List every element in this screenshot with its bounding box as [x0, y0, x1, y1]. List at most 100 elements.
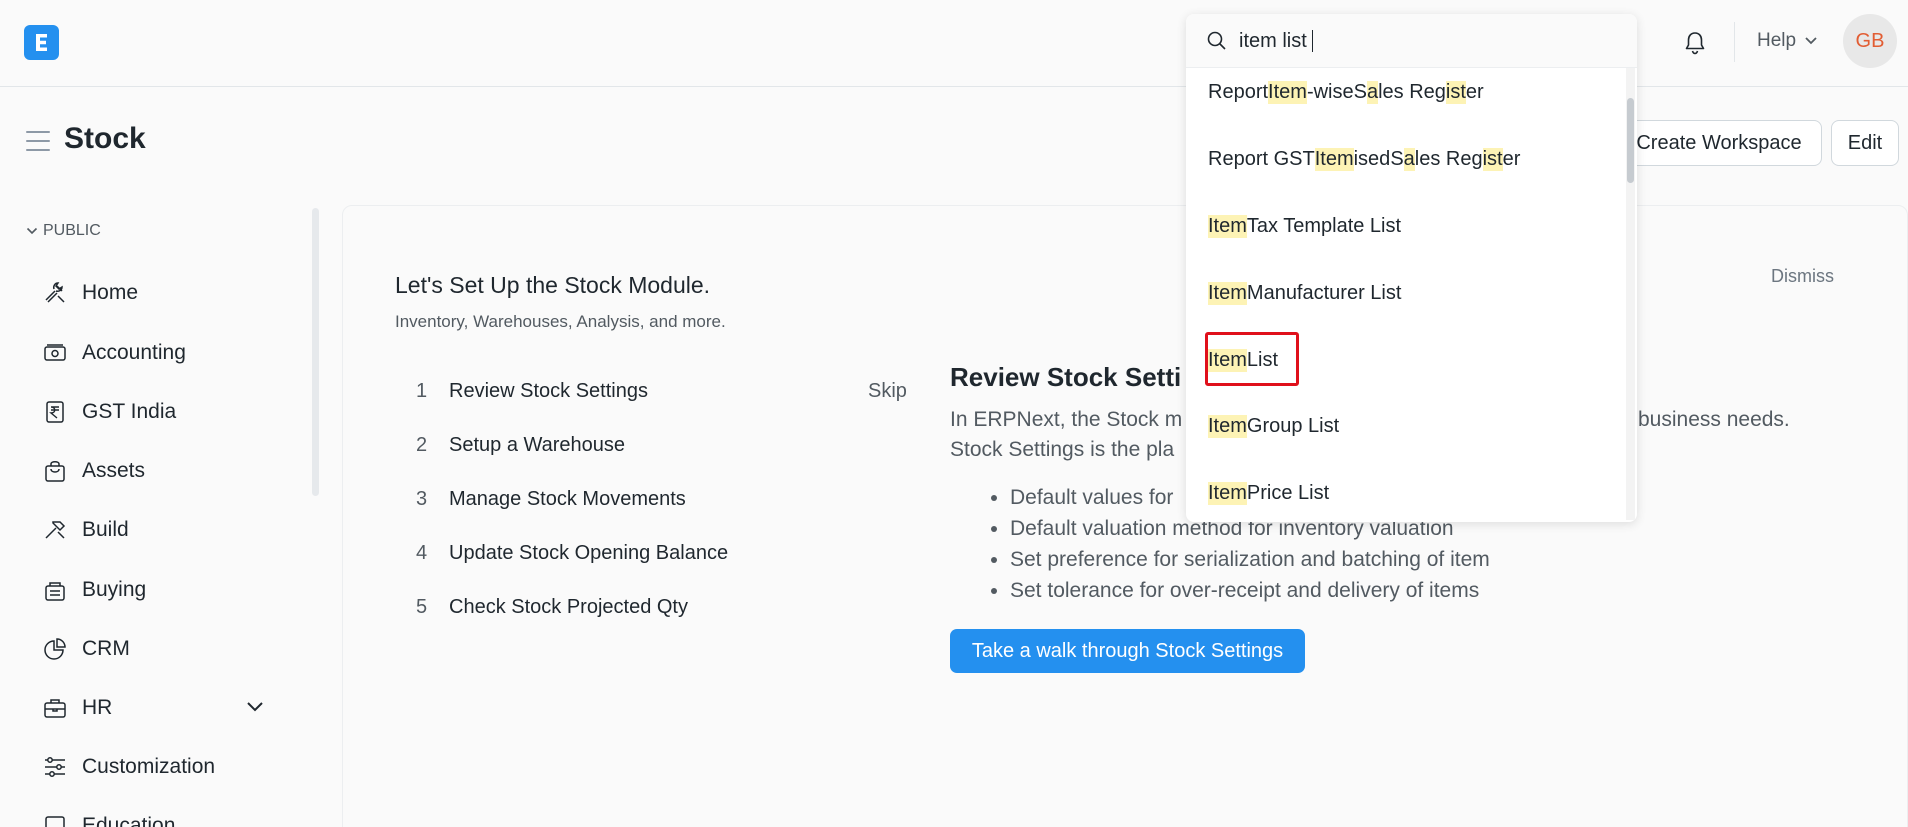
step-label: Manage Stock Movements	[449, 488, 686, 510]
onboarding-step[interactable]: 1 Review Stock Settings	[416, 380, 648, 403]
step-label: Check Stock Projected Qty	[449, 596, 688, 618]
sidebar-item-education[interactable]: Education	[42, 806, 175, 827]
result-text: Manufacturer List	[1246, 281, 1402, 304]
money-icon	[44, 344, 66, 361]
onboarding-step[interactable]: 2 Setup a Warehouse	[416, 434, 625, 457]
step-detail-title: Review Stock Setti	[950, 362, 1182, 392]
notification-bell-icon[interactable]	[1680, 28, 1710, 58]
sidebar-item-label: Home	[82, 281, 139, 304]
search-result-item[interactable]: Report GST Item ised Sa les Reg ist er	[1208, 139, 1520, 179]
search-icon	[1207, 31, 1226, 50]
match-highlight: Item	[1208, 214, 1247, 238]
sliders-icon	[45, 757, 65, 777]
app-logo[interactable]	[24, 25, 59, 60]
result-text: S	[1390, 147, 1404, 170]
step-number: 4	[416, 542, 428, 564]
rupee-receipt-icon	[46, 401, 64, 423]
dropdown-scrollbar-thumb[interactable]	[1627, 98, 1634, 183]
chevron-down-icon[interactable]	[246, 700, 264, 712]
search-result-item[interactable]: Item Group List	[1208, 406, 1339, 446]
sidebar-item-label: GST India	[82, 400, 177, 423]
step-label: Review Stock Settings	[449, 380, 648, 402]
result-text: Price List	[1246, 481, 1330, 504]
cart-icon	[45, 582, 65, 601]
page-title: Stock	[64, 122, 146, 155]
sidebar-item-label: Build	[82, 518, 129, 541]
sidebar-item-buying[interactable]: Buying	[42, 570, 146, 610]
sidebar-item-assets[interactable]: Assets	[42, 451, 145, 491]
sidebar-section-public[interactable]: PUBLIC	[26, 222, 101, 240]
chevron-down-icon	[1805, 37, 1817, 45]
hammer-icon	[45, 521, 66, 539]
search-result-item[interactable]: Item Tax Template List	[1208, 206, 1401, 246]
step-label: Setup a Warehouse	[449, 434, 626, 456]
match-highlight: Item	[1208, 414, 1247, 438]
logo-e-icon	[36, 34, 47, 51]
result-text: er	[1502, 147, 1521, 170]
match-highlight: a	[1366, 80, 1379, 104]
result-text: Tax Template List	[1246, 214, 1402, 237]
onboarding-subtitle: Inventory, Warehouses, Analysis, and mor…	[395, 312, 726, 331]
sidebar-item-label: Accounting	[82, 341, 186, 364]
highlight-annotation-box	[1205, 332, 1299, 386]
search-box	[1186, 14, 1637, 68]
edit-button[interactable]: Edit	[1831, 120, 1899, 166]
sidebar-item-customization[interactable]: Customization	[42, 747, 215, 787]
result-text: Group List	[1246, 414, 1340, 437]
bullet-item: Set preference for serialization and bat…	[1010, 544, 1490, 575]
step-label: Update Stock Opening Balance	[449, 542, 729, 564]
bag-icon	[45, 461, 65, 482]
onboarding-step[interactable]: 3 Manage Stock Movements	[416, 488, 686, 511]
skip-button[interactable]: Skip	[868, 380, 907, 403]
dismiss-button[interactable]: Dismiss	[1771, 266, 1834, 287]
match-highlight: Item	[1314, 147, 1354, 171]
match-highlight: Item	[1208, 481, 1247, 505]
bullet-item: Set tolerance for over-receipt and deliv…	[1010, 575, 1490, 606]
result-text: ised	[1353, 147, 1391, 170]
sidebar-item-build[interactable]: Build	[42, 510, 129, 550]
search-result-item[interactable]: Report Item -wise Sa les Reg ist er	[1208, 72, 1484, 112]
match-highlight: ist	[1445, 80, 1466, 104]
step-number: 2	[416, 434, 428, 456]
step-detail-text: Stock Settings is the pla	[950, 438, 1175, 461]
onboarding-step[interactable]: 5 Check Stock Projected Qty	[416, 596, 688, 619]
step-detail-text: In ERPNext, the Stock m	[950, 408, 1183, 431]
search-result-item[interactable]: Item Price List	[1208, 473, 1329, 513]
sidebar-item-accounting[interactable]: Accounting	[42, 333, 186, 373]
search-input[interactable]	[1239, 26, 1599, 56]
result-text: S	[1353, 80, 1367, 103]
sidebar-item-home[interactable]: Home	[42, 273, 138, 313]
tools-icon	[45, 282, 65, 303]
result-text: Report GST	[1208, 147, 1315, 170]
sidebar-item-gst-india[interactable]: GST India	[42, 392, 176, 432]
sidebar-item-hr[interactable]: HR	[42, 688, 112, 728]
result-text: er	[1465, 80, 1484, 103]
book-icon	[45, 816, 65, 827]
result-text: les Reg	[1378, 80, 1446, 103]
sidebar-item-label: HR	[82, 696, 113, 719]
match-highlight: Item	[1268, 80, 1307, 104]
user-avatar[interactable]: GB	[1843, 14, 1897, 68]
sidebar-item-label: Assets	[82, 459, 146, 482]
avatar-initials: GB	[1855, 29, 1885, 52]
result-text: Report	[1208, 80, 1269, 103]
search-dropdown: Report Item-wise Sales RegisterReport GS…	[1186, 14, 1637, 522]
create-workspace-button[interactable]: Create Workspace	[1616, 120, 1822, 166]
pie-icon	[44, 638, 66, 660]
onboarding-step[interactable]: 4 Update Stock Opening Balance	[416, 542, 728, 565]
help-dropdown[interactable]: Help	[1757, 30, 1818, 52]
sidebar-item-crm[interactable]: CRM	[42, 629, 130, 669]
sidebar-toggle-icon[interactable]	[26, 131, 50, 153]
step-detail-text-end: business needs.	[1638, 408, 1790, 431]
search-result-item[interactable]: Item Manufacturer List	[1208, 273, 1401, 313]
sidebar-item-label: CRM	[82, 637, 130, 660]
match-highlight: a	[1403, 147, 1415, 171]
walkthrough-button[interactable]: Take a walk through Stock Settings	[950, 629, 1305, 673]
help-label: Help	[1757, 30, 1797, 51]
onboarding-title: Let's Set Up the Stock Module.	[395, 272, 711, 298]
result-text: -wise	[1306, 80, 1354, 103]
sidebar-item-label: Education	[82, 814, 176, 827]
navbar-divider	[1734, 22, 1735, 62]
text-caret	[1312, 30, 1313, 52]
sidebar-scrollbar[interactable]	[312, 208, 319, 496]
